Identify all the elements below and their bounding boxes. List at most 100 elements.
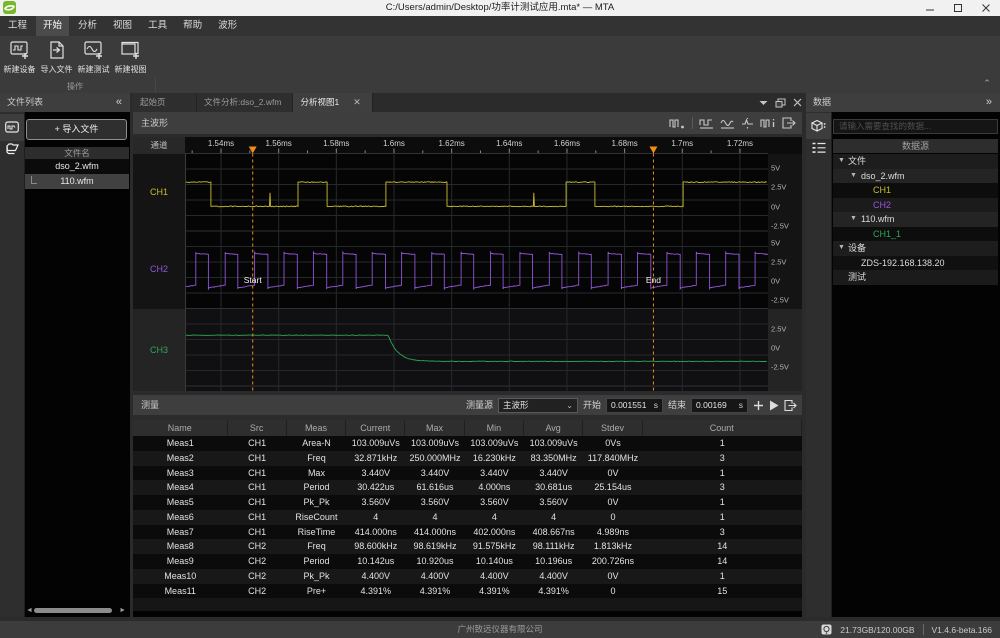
scroll-right-arrow[interactable]: ► — [119, 607, 126, 615]
folder-tool-tab[interactable] — [0, 141, 24, 167]
ribbon-collapse-icon[interactable]: ⌃ — [980, 78, 994, 88]
table-header-min[interactable]: Min — [465, 420, 524, 436]
table-cell: 10.140us — [465, 554, 524, 569]
waveform-toolbar — [669, 115, 796, 131]
new-view-button[interactable]: 新建视图 — [112, 40, 149, 78]
tree-caret-icon[interactable]: ▼ — [838, 154, 845, 169]
table-header-src[interactable]: Src — [228, 420, 287, 436]
close-view-icon[interactable] — [793, 98, 802, 107]
table-header-current[interactable]: Current — [346, 420, 405, 436]
maximize-button[interactable] — [944, 0, 972, 16]
collapse-left-panel-icon[interactable]: « — [116, 93, 122, 112]
table-row[interactable]: Meas6CH1RiseCount444401 — [133, 510, 802, 525]
tree-item-[interactable]: ▼文件 — [833, 154, 998, 169]
scrollbar-thumb[interactable] — [34, 608, 112, 613]
table-row[interactable]: Meas2CH1Freq32.871kHz250.000MHz16.230kHz… — [133, 451, 802, 466]
file-list-item[interactable]: 110.wfm — [25, 174, 129, 189]
square-wave-icon[interactable] — [699, 117, 714, 129]
table-header-meas[interactable]: Meas — [287, 420, 346, 436]
export-measure-icon[interactable] — [784, 400, 797, 411]
table-cell: 0 — [583, 584, 642, 599]
table-header-name[interactable]: Name — [133, 420, 228, 436]
left-strip-active-tab[interactable] — [0, 114, 24, 141]
cursor-label-start[interactable]: Start — [244, 275, 262, 285]
tree-item-CH1_1[interactable]: CH1_1 — [833, 227, 998, 242]
table-row[interactable]: Meas3CH1Max3.440V3.440V3.440V3.440V0V1 — [133, 466, 802, 481]
tree-item-CH1[interactable]: CH1 — [833, 183, 998, 198]
file-name: 110.wfm — [60, 176, 93, 186]
horizontal-scrollbar[interactable]: ◄ ► — [26, 607, 126, 615]
right-strip-active-tab[interactable] — [806, 113, 831, 139]
cursor-measure-icon[interactable] — [669, 117, 686, 129]
voltage-tick-label: -2.5V — [771, 221, 789, 230]
sine-wave-icon[interactable] — [720, 117, 735, 129]
channel-label-ch1[interactable]: CH1 — [133, 154, 185, 232]
measure-end-input[interactable]: 0.00169 s — [691, 398, 748, 413]
menu-item-3[interactable]: 分析 — [71, 16, 104, 36]
file-list-item[interactable]: dso_2.wfm — [25, 159, 129, 174]
table-cell: Freq — [287, 451, 346, 466]
voltage-tick-label: 0V — [771, 202, 780, 211]
waveform-info-icon[interactable] — [760, 117, 776, 129]
table-cell: 98.600kHz — [346, 539, 405, 554]
table-header-count[interactable]: Count — [643, 420, 802, 436]
channel-label-ch3[interactable]: CH3 — [133, 309, 185, 392]
minimize-button[interactable] — [916, 0, 944, 16]
pulse-wave-icon[interactable] — [741, 117, 754, 129]
tree-item-label: dso_2.wfm — [861, 169, 905, 184]
table-row[interactable]: Meas1CH1Area-N103.009uVs103.009uVs103.00… — [133, 436, 802, 451]
tree-caret-icon[interactable]: ▼ — [850, 212, 857, 227]
list-tool-tab[interactable] — [806, 139, 831, 165]
menu-item-4[interactable]: 视图 — [106, 16, 139, 36]
table-cell: 1 — [643, 436, 802, 451]
table-row[interactable]: Meas7CH1RiseTime414.000ns414.000ns402.00… — [133, 525, 802, 540]
menu-item-5[interactable]: 工具 — [141, 16, 174, 36]
table-cell: 103.009uVs — [524, 436, 583, 451]
menu-item-2[interactable]: 开始 — [36, 16, 69, 36]
menu-item-6[interactable]: 帮助 — [176, 16, 209, 36]
data-search-input[interactable]: 请输入需要查找的数据... — [833, 119, 998, 134]
add-measure-icon[interactable] — [753, 400, 764, 411]
tree-caret-icon[interactable]: ▼ — [850, 169, 857, 184]
waveform-plot[interactable] — [133, 137, 802, 391]
measure-source-select[interactable]: 主波形 ⌄ — [498, 398, 578, 413]
tree-item-dso_2.wfm[interactable]: ▼ dso_2.wfm — [833, 169, 998, 184]
export-waveform-icon[interactable] — [782, 117, 796, 129]
table-row[interactable]: Meas4CH1Period30.422us61.616us4.000ns30.… — [133, 480, 802, 495]
tree-item-110.wfm[interactable]: ▼110.wfm — [833, 212, 998, 227]
new-device-icon — [9, 40, 31, 60]
voltage-tick-label: 0V — [771, 344, 780, 353]
tree-item-CH2[interactable]: CH2 — [833, 198, 998, 213]
channel-label-ch2[interactable]: CH2 — [133, 231, 185, 309]
run-measure-icon[interactable] — [769, 400, 779, 411]
restore-layout-icon[interactable] — [775, 98, 786, 108]
menu-item-1[interactable]: 工程 — [1, 16, 34, 36]
tree-caret-icon[interactable]: ▼ — [838, 241, 845, 256]
voltage-scale-ch3: 2.5V0V-2.5V — [768, 309, 802, 392]
table-cell: CH1 — [228, 495, 287, 510]
scroll-left-arrow[interactable]: ◄ — [26, 607, 33, 615]
close-button[interactable] — [972, 0, 1000, 16]
table-header-stdev[interactable]: Stdev — [583, 420, 642, 436]
table-row[interactable]: Meas9CH2Period10.142us10.920us10.140us10… — [133, 554, 802, 569]
cursor-label-end[interactable]: End — [646, 275, 661, 285]
table-row[interactable]: Meas10CH2Pk_Pk4.400V4.400V4.400V4.400V0V… — [133, 569, 802, 584]
table-header-max[interactable]: Max — [405, 420, 464, 436]
table-cell: 117.840MHz — [583, 451, 642, 466]
tree-item-label: 设备 — [848, 241, 866, 256]
table-cell: 1 — [643, 569, 802, 584]
table-header-avg[interactable]: Avg — [524, 420, 583, 436]
tree-item-[interactable]: ▼设备 — [833, 241, 998, 256]
import-file-button-panel[interactable]: + 导入文件 — [26, 119, 127, 140]
list-icon — [812, 142, 826, 154]
tree-item-ZDS-192.168.138.20[interactable]: ZDS-192.168.138.20 — [833, 256, 998, 271]
menu-item-7[interactable]: 波形 — [211, 16, 244, 36]
table-row[interactable]: Meas8CH2Freq98.600kHz98.619kHz91.575kHz9… — [133, 539, 802, 554]
right-tool-strip — [806, 112, 831, 617]
table-row[interactable]: Meas11CH2Pre+4.391%4.391%4.391%4.391%015 — [133, 584, 802, 599]
tab-list-dropdown-icon[interactable] — [759, 100, 768, 106]
measure-start-input[interactable]: 0.001551 s — [606, 398, 663, 413]
expand-right-panel-icon[interactable]: » — [986, 93, 992, 112]
tree-item-[interactable]: 测试 — [833, 270, 998, 285]
table-row[interactable]: Meas5CH1Pk_Pk3.560V3.560V3.560V3.560V0V1 — [133, 495, 802, 510]
